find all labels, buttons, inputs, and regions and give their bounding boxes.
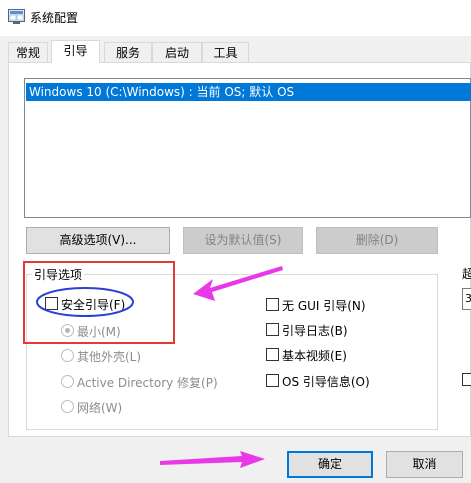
cancel-button[interactable]: 取消 [386,451,463,478]
alternate-shell-label: 其他外壳(L) [77,350,142,364]
os-boot-info-label: OS 引导信息(O) [282,375,370,389]
ad-repair-radio[interactable] [61,375,74,388]
timeout-label-fragment: 超 [462,267,471,281]
network-radio[interactable] [61,400,74,413]
timeout-input-fragment[interactable]: 3 [462,288,471,310]
alternate-shell-radio[interactable] [61,349,74,362]
tab-services[interactable]: 服务 [104,42,152,62]
safe-boot-checkbox[interactable] [45,297,58,310]
base-video-checkbox[interactable] [266,348,279,361]
ad-repair-label: Active Directory 修复(P) [77,376,218,390]
no-gui-boot-label: 无 GUI 引导(N) [282,299,366,313]
boot-options-title: 引导选项 [32,266,85,283]
network-label: 网络(W) [77,401,123,415]
safe-boot-label: 安全引导(F) [61,298,126,312]
set-default-button[interactable]: 设为默认值(S) [183,227,303,254]
no-gui-boot-checkbox[interactable] [266,298,279,311]
minimal-label: 最小(M) [77,325,121,339]
os-boot-info-checkbox[interactable] [266,374,279,387]
delete-button[interactable]: 删除(D) [316,227,438,254]
window-title: 系统配置 [30,11,79,25]
tab-boot[interactable]: 引导 [51,40,100,63]
ok-button[interactable]: 确定 [287,451,373,478]
minimal-radio[interactable] [61,324,74,337]
tab-tools[interactable]: 工具 [202,42,249,62]
boot-log-label: 引导日志(B) [282,324,348,338]
boot-entries-list[interactable]: Windows 10 (C:\Windows) : 当前 OS; 默认 OS [24,78,471,218]
tab-startup[interactable]: 启动 [152,42,202,62]
boot-log-checkbox[interactable] [266,323,279,336]
base-video-label: 基本视频(E) [282,349,347,363]
tab-general[interactable]: 常规 [8,42,48,62]
msconfig-icon [8,9,25,24]
advanced-options-button[interactable]: 高级选项(V)... [26,227,170,254]
permanent-settings-checkbox[interactable] [462,373,471,386]
boot-entry[interactable]: Windows 10 (C:\Windows) : 当前 OS; 默认 OS [26,83,471,101]
